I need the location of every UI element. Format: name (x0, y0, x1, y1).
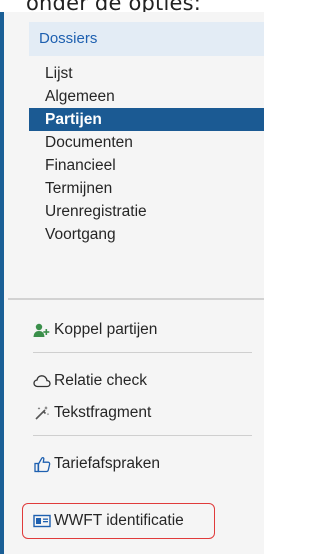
wwft-identificatie-label: WWFT identificatie (54, 512, 184, 529)
cloud-icon (33, 372, 51, 390)
magic-wand-icon (33, 404, 51, 422)
tekstfragment-label: Tekstfragment (54, 404, 152, 421)
tekstfragment-button[interactable]: Tekstfragment (33, 401, 253, 425)
section-divider (8, 298, 264, 300)
sidebar-header-dossiers[interactable]: Dossiers (29, 22, 264, 56)
relatie-check-button[interactable]: Relatie check (33, 369, 253, 393)
separator (33, 435, 252, 436)
sidebar-accent-bar (0, 12, 4, 554)
sidebar-item-voortgang[interactable]: Voortgang (29, 223, 264, 246)
sidebar-item-financieel[interactable]: Financieel (29, 154, 264, 177)
thumbs-up-icon (33, 455, 51, 473)
sidebar-panel: Dossiers Lijst Algemeen Partijen Documen… (0, 12, 264, 554)
sidebar-item-algemeen[interactable]: Algemeen (29, 85, 264, 108)
sidebar-item-urenregistratie[interactable]: Urenregistratie (29, 200, 264, 223)
separator (33, 352, 252, 353)
sidebar-item-lijst[interactable]: Lijst (29, 62, 264, 85)
koppel-partijen-button[interactable]: Koppel partijen (33, 318, 253, 342)
tariefafspraken-label: Tariefafspraken (54, 455, 160, 472)
tariefafspraken-button[interactable]: Tariefafspraken (33, 452, 253, 476)
koppel-partijen-label: Koppel partijen (54, 321, 158, 338)
sidebar-nav: Lijst Algemeen Partijen Documenten Finan… (29, 62, 264, 246)
sidebar-item-documenten[interactable]: Documenten (29, 131, 264, 154)
sidebar-item-partijen[interactable]: Partijen (29, 108, 264, 131)
person-add-icon (33, 321, 51, 339)
sidebar-item-termijnen[interactable]: Termijnen (29, 177, 264, 200)
wwft-identificatie-button[interactable]: WWFT identificatie (33, 509, 253, 533)
relatie-check-label: Relatie check (54, 372, 148, 389)
id-card-icon (33, 512, 51, 530)
